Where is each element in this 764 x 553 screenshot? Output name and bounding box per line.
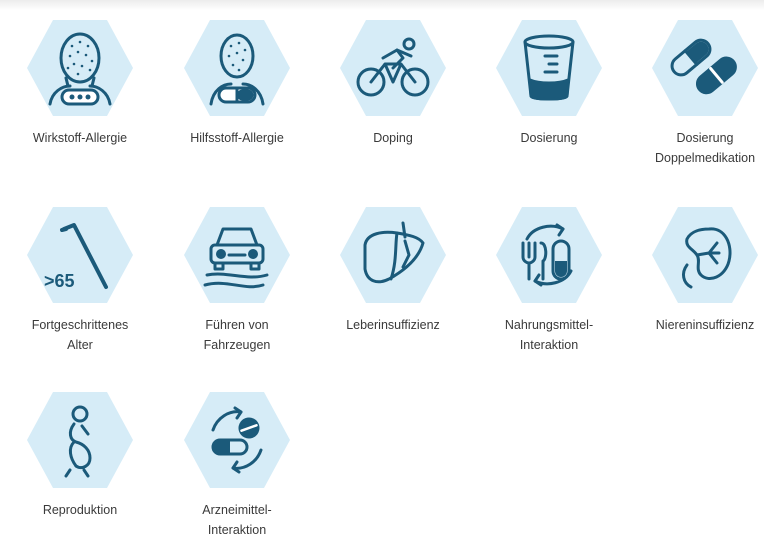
item-label: Dosierung: [520, 131, 578, 145]
hexagon-badge: [338, 18, 448, 118]
item-label: Reproduktion: [42, 503, 118, 517]
hexagon-badge: [650, 18, 760, 118]
contraindication-icon-grid: Wirkstoff-Allergie Hilfsstoff-Allergie D…: [0, 0, 764, 553]
cyclist-icon: [356, 37, 430, 97]
item-label: Niereninsuffizienz: [655, 318, 755, 332]
hexagon-badge: [494, 18, 604, 118]
walking-cane-icon: >65: [44, 223, 108, 291]
hexagon-badge: >65: [25, 205, 135, 305]
tile-wirkstoff-allergie[interactable]: Wirkstoff-Allergie: [5, 18, 155, 168]
two-capsules-icon: [670, 38, 737, 95]
head-capsule-icon: [209, 33, 265, 106]
item-label: Fortgeschrittenes Alter: [31, 318, 129, 352]
pregnancy-icon: [64, 405, 92, 478]
tile-dosierung-doppelmedikation[interactable]: Dosierung Doppelmedikation: [630, 18, 764, 168]
tile-doping[interactable]: Doping: [318, 18, 468, 168]
tile-fuehren-von-fahrzeugen[interactable]: Führen von Fahrzeugen: [162, 205, 312, 355]
tile-arzneimittel-interaktion[interactable]: Arzneimittel- Interaktion: [162, 390, 312, 540]
item-label: Arzneimittel- Interaktion: [202, 503, 272, 537]
item-label: Führen von Fahrzeugen: [203, 318, 271, 352]
hexagon-badge: [25, 18, 135, 118]
hexagon-badge: [25, 390, 135, 490]
drug-interaction-icon: [211, 406, 263, 474]
face-allergy-icon: [48, 32, 112, 106]
age-badge-text: >65: [44, 271, 75, 291]
car-icon: [203, 227, 269, 289]
liver-icon: [363, 221, 425, 284]
item-label: Doping: [373, 131, 413, 145]
tile-fortgeschrittenes-alter[interactable]: >65 Fortgeschrittenes Alter: [5, 205, 155, 355]
item-label: Wirkstoff-Allergie: [32, 131, 128, 145]
hexagon-badge: [182, 205, 292, 305]
tile-dosierung[interactable]: Dosierung: [474, 18, 624, 168]
hexagon-badge: [182, 390, 292, 490]
food-capsule-interaction-icon: [521, 223, 573, 287]
kidney-icon: [682, 227, 732, 289]
item-label: Nahrungsmittel- Interaktion: [504, 318, 594, 352]
item-label: Dosierung Doppelmedikation: [654, 131, 756, 165]
item-label: Hilfsstoff-Allergie: [190, 131, 284, 145]
hexagon-badge: [650, 205, 760, 305]
tile-reproduktion[interactable]: Reproduktion: [5, 390, 155, 540]
tile-leberinsuffizienz[interactable]: Leberinsuffizienz: [318, 205, 468, 355]
hexagon-badge: [338, 205, 448, 305]
hexagon-badge: [182, 18, 292, 118]
tile-nahrungsmittel-interaktion[interactable]: Nahrungsmittel- Interaktion: [474, 205, 624, 355]
measuring-cup-icon: [523, 34, 575, 101]
tile-hilfsstoff-allergie[interactable]: Hilfsstoff-Allergie: [162, 18, 312, 168]
hexagon-badge: [494, 205, 604, 305]
tile-niereninsuffizienz[interactable]: Niereninsuffizienz: [630, 205, 764, 355]
item-label: Leberinsuffizienz: [346, 318, 440, 332]
